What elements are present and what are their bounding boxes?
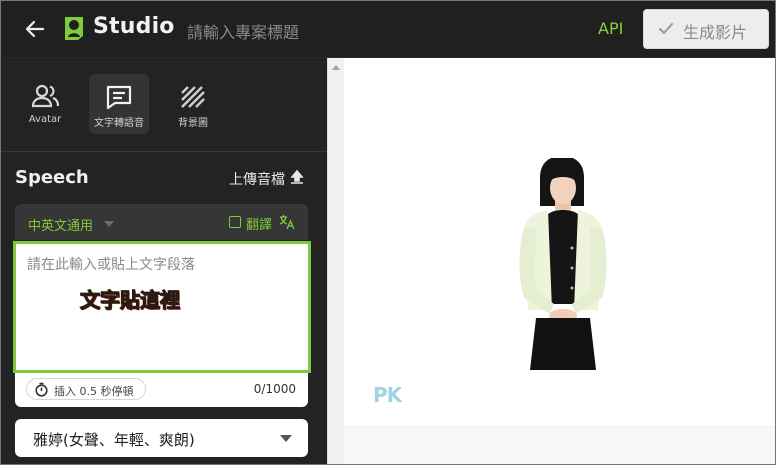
- scrollbar[interactable]: [327, 58, 344, 464]
- insert-pause-button[interactable]: 插入 0.5 秒停頓: [26, 378, 146, 400]
- studio-logo-icon: [65, 17, 83, 40]
- studio-window: Studio 請輸入專案標題 API 生成影片 Avatar 文字轉語音 背景圖…: [0, 0, 776, 465]
- generate-video-button[interactable]: 生成影片: [643, 9, 769, 49]
- voice-select[interactable]: 雅婷(女聲、年輕、爽朗): [15, 419, 308, 457]
- avatar-preview: [344, 58, 775, 464]
- speech-text-area[interactable]: 請在此輸入或貼上文字段落 文字貼這裡: [13, 241, 311, 373]
- voice-select-value: 雅婷(女聲、年輕、爽朗): [33, 431, 195, 449]
- preview-footer: [344, 426, 775, 464]
- project-title-input[interactable]: 請輸入專案標題: [187, 19, 299, 43]
- insert-pause-label: 插入 0.5 秒停頓: [54, 385, 134, 398]
- divider: [1, 151, 327, 152]
- paste-here-annotation: 文字貼這裡: [80, 288, 181, 313]
- people-icon: [31, 84, 60, 108]
- translate-label[interactable]: 翻譯: [246, 214, 272, 233]
- translate-icon: [279, 215, 295, 230]
- tab-background[interactable]: 背景圖: [163, 74, 223, 134]
- tab-avatar-label: Avatar: [28, 114, 62, 125]
- language-select[interactable]: 中英文通用: [28, 215, 93, 234]
- top-bar: Studio 請輸入專案標題 API 生成影片: [1, 1, 775, 58]
- watermark-logo: PK: [373, 383, 402, 407]
- caret-down-icon: [280, 435, 292, 442]
- tab-avatar[interactable]: Avatar: [15, 74, 75, 134]
- text-area-footer: 插入 0.5 秒停頓 0/1000: [15, 373, 308, 407]
- translate-checkbox[interactable]: [229, 216, 241, 228]
- scroll-up-arrow-icon[interactable]: [332, 65, 340, 70]
- hatch-background-icon: [181, 86, 205, 108]
- arrow-left-icon[interactable]: [23, 17, 47, 41]
- editor-panel: Avatar 文字轉語音 背景圖 Speech 上傳音檔 中英文通用 翻譯 請在…: [1, 58, 327, 464]
- brand-name: Studio: [93, 14, 175, 39]
- speech-title: Speech: [15, 167, 89, 188]
- upload-audio-link[interactable]: 上傳音檔: [229, 169, 285, 189]
- api-link[interactable]: API: [598, 19, 623, 38]
- speech-text-placeholder: 請在此輸入或貼上文字段落: [27, 257, 195, 273]
- tab-text-to-speech-label: 文字轉語音: [94, 118, 144, 129]
- chat-text-icon: [106, 85, 132, 110]
- character-counter: 0/1000: [253, 382, 296, 396]
- language-bar: 中英文通用 翻譯: [15, 204, 308, 240]
- avatar-presenter-image: [519, 158, 607, 370]
- tab-background-label: 背景圖: [178, 118, 208, 129]
- stopwatch-icon: [35, 382, 48, 397]
- tab-text-to-speech[interactable]: 文字轉語音: [89, 74, 149, 134]
- check-icon: [659, 23, 673, 34]
- caret-down-icon[interactable]: [104, 221, 114, 227]
- upload-icon[interactable]: [289, 169, 305, 185]
- generate-video-label: 生成影片: [683, 23, 748, 42]
